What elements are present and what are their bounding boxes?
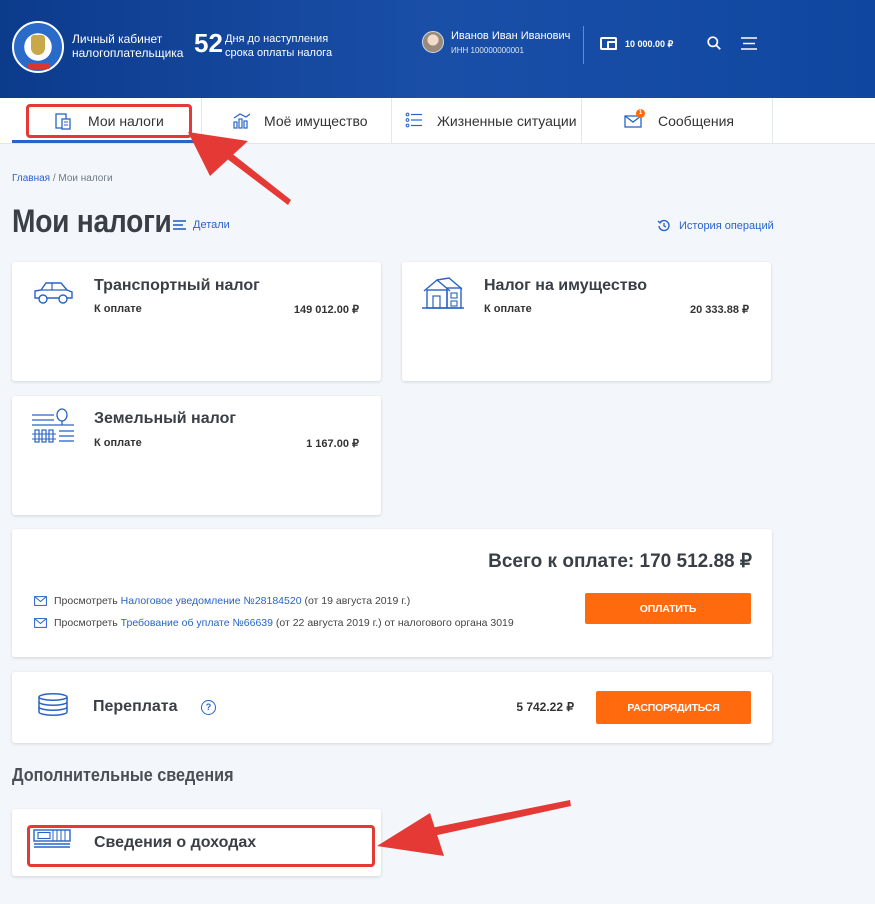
days-count: 52 (194, 28, 223, 58)
tab-divider (772, 98, 773, 143)
money-stack-icon (33, 829, 71, 848)
search-icon[interactable] (707, 36, 721, 50)
pay-label: К оплате (94, 303, 142, 315)
additional-info-title: Дополнительные сведения (12, 765, 234, 785)
tab-label: Жизненные ситуации (437, 113, 577, 129)
list-icon (405, 112, 422, 128)
pay-amount: 20 333.88 ₽ (690, 304, 749, 316)
tab-label: Моё имущество (264, 113, 368, 129)
total-to-pay: Всего к оплате: 170 512.88 ₽ (488, 551, 752, 572)
user-name[interactable]: Иванов Иван Иванович (451, 30, 570, 42)
details-lines-icon (173, 220, 186, 230)
dispose-button[interactable]: РАСПОРЯДИТЬСЯ (596, 691, 751, 724)
card-title: Земельный налог (94, 410, 237, 427)
envelope-icon (34, 596, 47, 606)
days-until-deadline-text: Дня до наступления срока оплаты налога (225, 33, 333, 59)
wallet-icon[interactable] (600, 37, 617, 50)
main-tabs: Мои налоги Моё имущество Жизненные ситуа… (0, 98, 875, 144)
card-title: Налог на имущество (484, 277, 647, 294)
user-inn: ИНН 100000000001 (451, 46, 524, 55)
tab-label: Мои налоги (88, 113, 164, 129)
property-chart-icon (233, 113, 251, 129)
avatar[interactable] (422, 31, 444, 53)
notice-row: Просмотреть Требование об уплате №66639 … (34, 617, 514, 629)
page-title: Мои налоги (12, 203, 172, 239)
tab-label: Сообщения (658, 113, 734, 129)
pay-button[interactable]: ОПЛАТИТЬ (585, 593, 751, 624)
messages-badge: 1 (636, 109, 645, 118)
card-title: Транспортный налог (94, 277, 260, 294)
pay-label: К оплате (484, 303, 532, 315)
pay-label: К оплате (94, 437, 142, 449)
notice-suffix: (от 19 августа 2019 г.) (304, 595, 411, 607)
pay-amount: 1 167.00 ₽ (306, 438, 359, 450)
notice-prefix: Просмотреть (54, 595, 118, 607)
coins-stack-icon (38, 693, 68, 716)
header-divider (583, 26, 584, 64)
overpayment-card: Переплата ? 5 742.22 ₽ РАСПОРЯДИТЬСЯ (12, 672, 772, 743)
history-link[interactable]: История операций (657, 219, 774, 232)
tax-notice-link[interactable]: Налоговое уведомление №28184520 (121, 595, 302, 607)
top-header: Личный кабинет налогоплательщика 52 Дня … (0, 0, 875, 98)
car-icon (34, 282, 73, 304)
balance[interactable]: 10 000.00 ₽ (625, 39, 673, 50)
tab-my-taxes[interactable]: Мои налоги (12, 98, 202, 143)
payment-demand-link[interactable]: Требование об уплате №66639 (121, 617, 273, 629)
notice-row: Просмотреть Налоговое уведомление №28184… (34, 595, 410, 607)
notice-suffix: (от 22 августа 2019 г.) от налогового ор… (272, 617, 514, 629)
income-title: Сведения о доходах (94, 834, 257, 851)
land-tax-card[interactable]: Земельный налог К оплате 1 167.00 ₽ (12, 396, 381, 515)
overpayment-amount: 5 742.22 ₽ (516, 700, 574, 714)
history-clock-icon (657, 219, 670, 232)
cabinet-title: Личный кабинет налогоплательщика (72, 32, 184, 60)
breadcrumb-current: Мои налоги (58, 173, 113, 184)
envelope-icon (34, 618, 47, 628)
history-label: История операций (679, 219, 774, 232)
breadcrumb: Главная / Мои налоги (12, 173, 113, 184)
house-icon (422, 277, 464, 309)
land-tree-icon (32, 408, 74, 443)
tab-life-situations[interactable]: Жизненные ситуации (392, 98, 582, 143)
tab-my-property[interactable]: Моё имущество (202, 98, 392, 143)
pay-amount: 149 012.00 ₽ (293, 304, 359, 316)
details-link[interactable]: Детали (173, 219, 230, 231)
arrow-to-income (377, 800, 571, 856)
details-label: Детали (193, 219, 230, 231)
property-tax-card[interactable]: Налог на имущество К оплате 20 333.88 ₽ (402, 262, 771, 381)
calculator-doc-icon (55, 113, 71, 130)
overpayment-title: Переплата (93, 698, 178, 715)
transport-tax-card[interactable]: Транспортный налог К оплате 149 012.00 ₽ (12, 262, 381, 381)
breadcrumb-home[interactable]: Главная (12, 173, 50, 184)
help-icon[interactable]: ? (201, 700, 216, 715)
fns-logo[interactable] (12, 21, 64, 73)
total-payment-card: Всего к оплате: 170 512.88 ₽ Просмотреть… (12, 529, 772, 657)
income-info-card[interactable]: Сведения о доходах (12, 809, 381, 876)
menu-icon[interactable] (741, 37, 757, 50)
tab-messages[interactable]: 1 Сообщения (582, 98, 772, 143)
notice-prefix: Просмотреть (54, 617, 118, 629)
